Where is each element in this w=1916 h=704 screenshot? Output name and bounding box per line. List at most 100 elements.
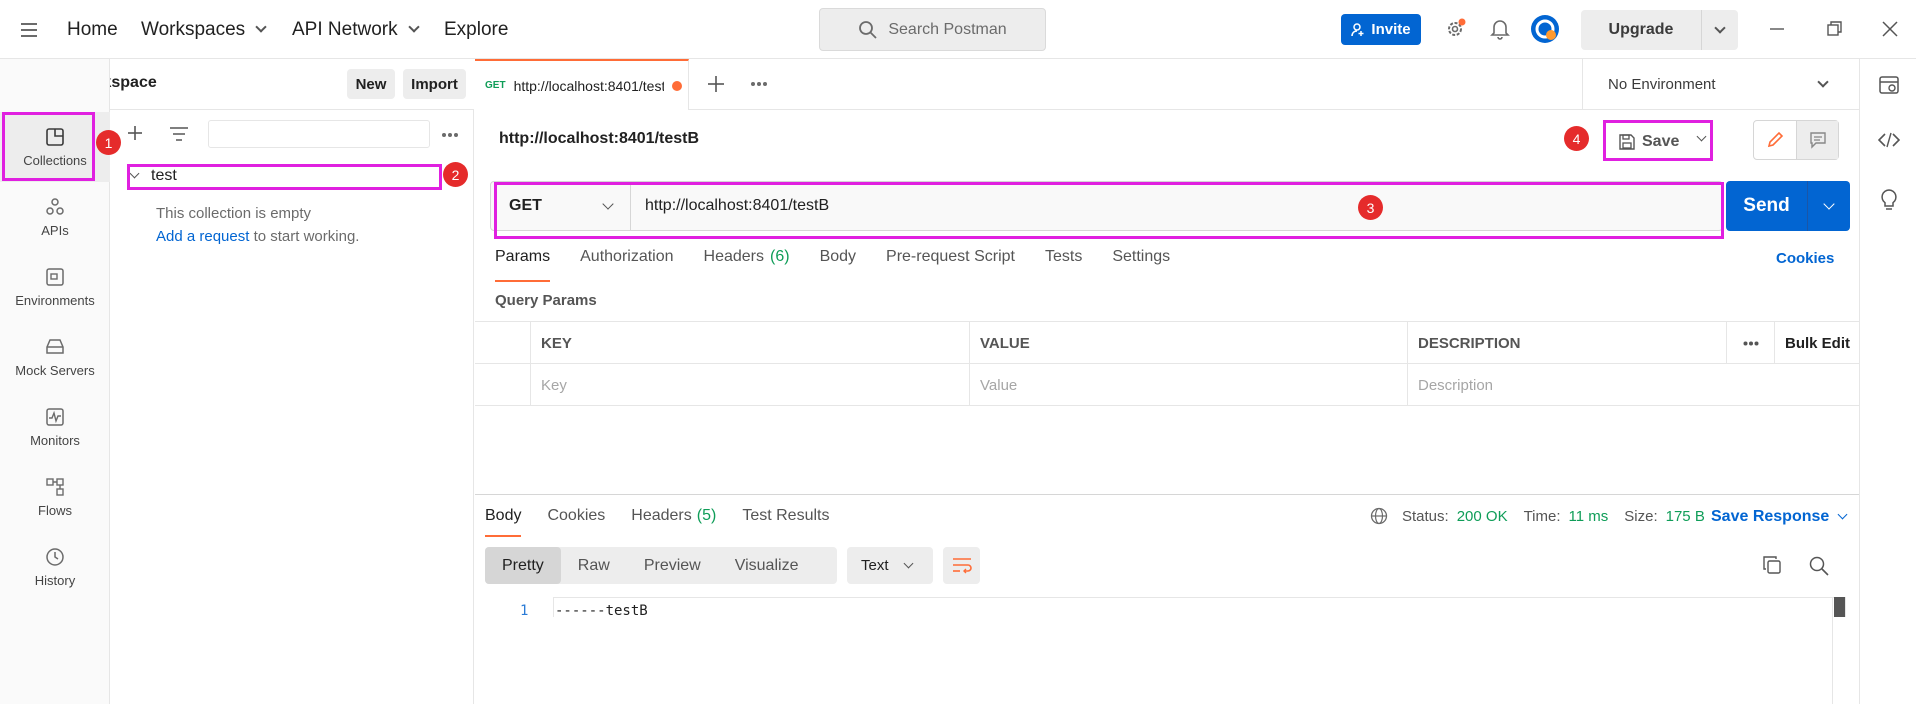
rail-item-environments[interactable]: Environments xyxy=(0,252,110,322)
bell-icon[interactable] xyxy=(1485,14,1515,44)
rail-item-flows[interactable]: Flows xyxy=(0,462,110,532)
environments-icon xyxy=(46,267,64,286)
more-options-icon[interactable] xyxy=(441,132,459,138)
view-pretty[interactable]: Pretty xyxy=(485,547,561,584)
description-input[interactable]: Description xyxy=(1407,364,1859,406)
upgrade-button[interactable]: Upgrade xyxy=(1581,10,1702,50)
menu-icon[interactable] xyxy=(18,0,40,59)
minimize-icon[interactable] xyxy=(1762,14,1792,44)
tab-options-icon[interactable] xyxy=(750,81,768,87)
size-value: 175 B xyxy=(1665,507,1705,525)
response-tab-test-results[interactable]: Test Results xyxy=(742,507,829,537)
headers-count: (6) xyxy=(770,248,790,265)
nav-workspaces-label: Workspaces xyxy=(141,18,246,40)
close-icon[interactable] xyxy=(1875,14,1905,44)
format-select[interactable]: Text xyxy=(847,547,933,584)
tab-params[interactable]: Params xyxy=(495,248,551,282)
nav-api-network[interactable]: API Network xyxy=(292,0,420,59)
collections-icon xyxy=(46,127,64,146)
save-response-button[interactable]: Save Response xyxy=(1711,508,1848,526)
key-input[interactable]: Key xyxy=(530,364,969,406)
save-dropdown-icon[interactable] xyxy=(1696,131,1707,142)
add-request-link[interactable]: Add a request xyxy=(156,228,249,245)
tab-tests-label: Tests xyxy=(1044,248,1083,265)
chevron-down-icon xyxy=(1817,76,1829,88)
size-label: Size: xyxy=(1624,507,1658,525)
save-button[interactable]: Save xyxy=(1605,133,1679,151)
table-header-row: KEY VALUE DESCRIPTION Bulk Edit xyxy=(475,322,1859,364)
search-input[interactable]: Search Postman xyxy=(819,8,1046,51)
invite-button[interactable]: Invite xyxy=(1341,14,1421,45)
collection-search-input[interactable] xyxy=(208,120,430,148)
view-preview[interactable]: Preview xyxy=(627,547,718,584)
comment-mode-button[interactable] xyxy=(1797,121,1838,159)
upgrade-dropdown[interactable] xyxy=(1702,10,1738,50)
code-icon[interactable] xyxy=(1878,132,1900,148)
tab-body[interactable]: Body xyxy=(820,248,856,282)
search-icon[interactable] xyxy=(1809,556,1829,576)
response-tab-headers[interactable]: Headers (5) xyxy=(631,507,716,537)
response-tab-cookies[interactable]: Cookies xyxy=(547,507,605,537)
response-tab-cookies-label: Cookies xyxy=(547,507,606,524)
chevron-down-icon xyxy=(1837,509,1848,520)
tab-authorization-label: Authorization xyxy=(580,248,674,265)
rail-item-apis[interactable]: APIs xyxy=(0,182,110,252)
nav-workspaces[interactable]: Workspaces xyxy=(141,0,267,59)
rail-item-history[interactable]: History xyxy=(0,532,110,602)
vertical-scrollbar[interactable] xyxy=(1832,597,1845,704)
bulk-edit-button[interactable]: Bulk Edit xyxy=(1774,322,1859,364)
rail-item-collections[interactable]: Collections xyxy=(0,112,110,182)
value-input[interactable]: Value xyxy=(969,364,1407,406)
environment-select[interactable]: No Environment xyxy=(1582,59,1859,110)
top-bar: Home Workspaces API Network Explore Sear… xyxy=(0,0,1916,59)
rail-label-monitors: Monitors xyxy=(30,432,80,448)
tab-pre-request-script[interactable]: Pre-request Script xyxy=(886,248,1015,282)
column-header-description: DESCRIPTION xyxy=(1407,322,1726,364)
nav-home[interactable]: Home xyxy=(67,0,118,59)
wrap-lines-button[interactable] xyxy=(943,547,980,584)
tab-tests[interactable]: Tests xyxy=(1045,248,1082,282)
environment-label: No Environment xyxy=(1608,75,1716,93)
view-visualize[interactable]: Visualize xyxy=(718,547,816,584)
lightbulb-icon[interactable] xyxy=(1880,189,1898,211)
settings-icon[interactable] xyxy=(1440,14,1470,44)
save-label: Save xyxy=(1642,132,1680,150)
rail-item-mock-servers[interactable]: Mock Servers xyxy=(0,322,110,392)
avatar[interactable] xyxy=(1530,14,1560,44)
chevron-down-icon xyxy=(255,21,267,33)
send-dropdown[interactable] xyxy=(1808,181,1850,231)
plus-icon[interactable] xyxy=(128,126,142,140)
request-tab[interactable]: GET http://localhost:8401/testB xyxy=(475,59,689,110)
response-tab-body[interactable]: Body xyxy=(485,507,522,537)
collection-item-test[interactable]: test xyxy=(128,165,448,187)
send-button[interactable]: Send xyxy=(1726,181,1808,231)
view-raw[interactable]: Raw xyxy=(561,547,627,584)
url-input[interactable]: http://localhost:8401/testB xyxy=(631,182,1722,230)
restore-icon[interactable] xyxy=(1819,14,1849,44)
url-bar: GET http://localhost:8401/testB xyxy=(490,181,1723,231)
response-body[interactable]: 1 ------testB xyxy=(475,597,1859,704)
nav-explore[interactable]: Explore xyxy=(444,0,508,59)
scrollbar-thumb[interactable] xyxy=(1834,597,1845,617)
environment-quick-look-icon[interactable] xyxy=(1879,75,1899,95)
rail-item-monitors[interactable]: Monitors xyxy=(0,392,110,462)
new-button[interactable]: New xyxy=(347,69,395,99)
column-header-key: KEY xyxy=(530,322,969,364)
cookies-link[interactable]: Cookies xyxy=(1776,250,1834,267)
tab-settings[interactable]: Settings xyxy=(1112,248,1170,282)
code-line-highlight xyxy=(553,597,1846,617)
tab-headers[interactable]: Headers (6) xyxy=(704,248,790,282)
filter-icon[interactable] xyxy=(170,127,188,141)
new-tab-icon[interactable] xyxy=(708,76,724,92)
tab-authorization[interactable]: Authorization xyxy=(580,248,673,282)
collections-panel: test This collection is empty Add a requ… xyxy=(111,110,474,704)
rail-label-apis: APIs xyxy=(41,222,69,238)
import-button[interactable]: Import xyxy=(403,69,466,99)
method-select[interactable]: GET xyxy=(491,182,631,230)
format-label: Text xyxy=(861,557,889,574)
copy-icon[interactable] xyxy=(1763,556,1781,574)
annotation-badge-1: 1 xyxy=(96,130,121,155)
status-label: Status: xyxy=(1402,507,1449,525)
table-options-icon[interactable] xyxy=(1726,322,1774,364)
edit-mode-button[interactable] xyxy=(1754,121,1797,159)
